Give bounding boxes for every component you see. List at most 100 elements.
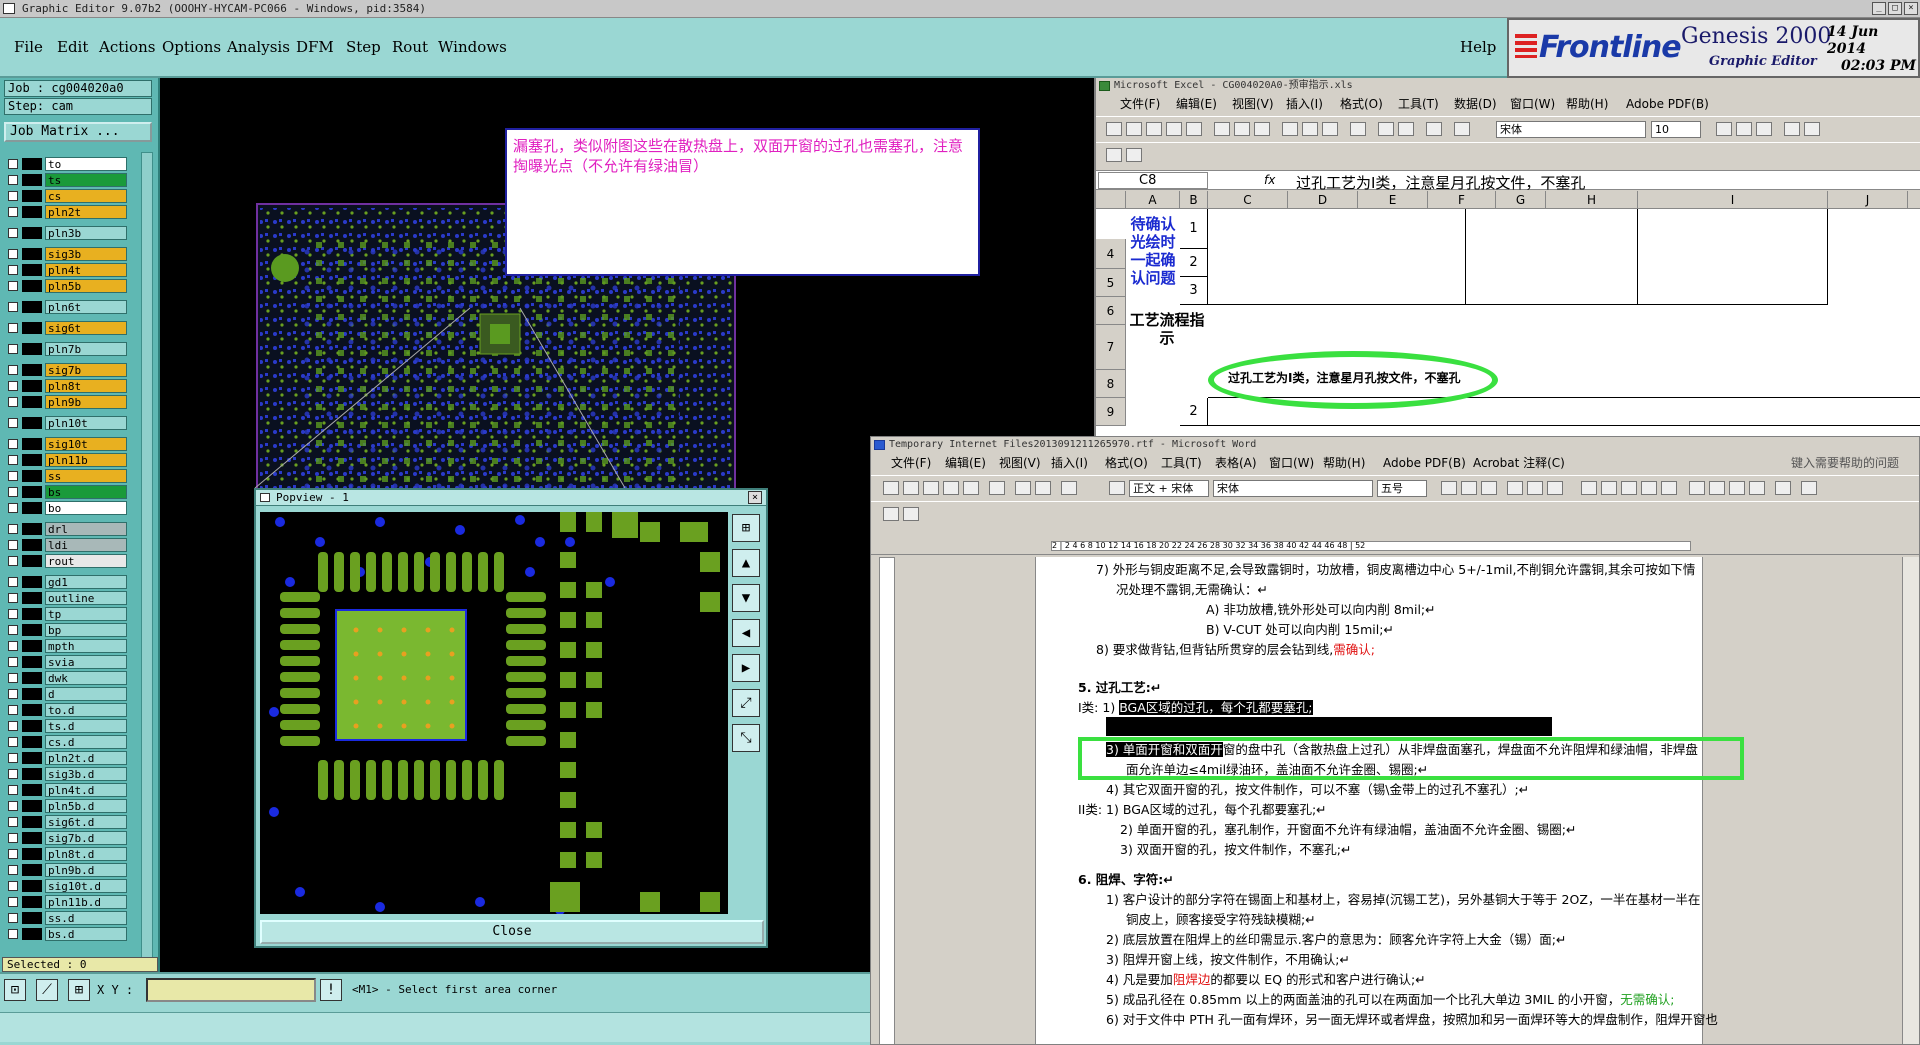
print-icon[interactable]	[1214, 122, 1230, 136]
row-header-4[interactable]: 4	[1096, 239, 1126, 269]
layer-row[interactable]: bp	[4, 622, 127, 638]
row-header-6[interactable]: 6	[1096, 297, 1126, 325]
layer-checkbox[interactable]	[8, 897, 18, 907]
col-header-i[interactable]: I	[1638, 191, 1828, 209]
layer-name[interactable]: pln3b	[45, 226, 127, 240]
layer-row[interactable]: tp	[4, 606, 127, 622]
layer-name[interactable]: ss	[45, 469, 127, 483]
menu-analysis[interactable]: Analysis	[227, 38, 290, 56]
job-matrix-button[interactable]: Job Matrix ...	[4, 122, 152, 142]
layer-row[interactable]: pln2t.d	[4, 750, 127, 766]
excel-font-select[interactable]: 宋体	[1496, 121, 1646, 138]
layer-name[interactable]: cs	[45, 189, 127, 203]
underline-icon[interactable]	[1756, 122, 1772, 136]
excel-menu-data[interactable]: 数据(D)	[1454, 95, 1497, 114]
horizontal-ruler[interactable]: 2 | 2 4 6 8 10 12 14 16 18 20 22 24 26 2…	[871, 537, 1919, 555]
pdf-email-icon[interactable]	[1126, 148, 1142, 162]
cell-c4-merged[interactable]	[1208, 209, 1466, 305]
layer-checkbox[interactable]	[8, 625, 18, 635]
layer-row[interactable]: dwk	[4, 670, 127, 686]
email-icon[interactable]	[963, 481, 979, 495]
layer-row[interactable]: pln8t.d	[4, 846, 127, 862]
italic-icon[interactable]	[1461, 481, 1477, 495]
layer-row[interactable]: sig3b	[4, 246, 127, 262]
bold-icon[interactable]	[1441, 481, 1457, 495]
menu-actions[interactable]: Actions	[99, 38, 155, 56]
layer-row[interactable]: sig3b.d	[4, 766, 127, 782]
select-tool-icon[interactable]: ⊡	[4, 979, 26, 1001]
layer-row[interactable]: bs	[4, 484, 127, 500]
word-font-select[interactable]: 宋体	[1213, 480, 1373, 497]
layer-name[interactable]: sig7b	[45, 363, 127, 377]
layer-name[interactable]: sig7b.d	[45, 831, 127, 845]
layer-name[interactable]: ts.d	[45, 719, 127, 733]
italic-icon[interactable]	[1736, 122, 1752, 136]
layer-row[interactable]: bo	[4, 500, 127, 516]
col-header-h[interactable]: H	[1546, 191, 1638, 209]
pan-down-icon[interactable]: ▼	[732, 584, 760, 612]
fx-icon[interactable]: fx	[1264, 173, 1275, 187]
layer-name[interactable]: sig6t	[45, 321, 127, 335]
layer-checkbox[interactable]	[8, 881, 18, 891]
layer-name[interactable]: pln4t	[45, 263, 127, 277]
col-header-f[interactable]: F	[1428, 191, 1496, 209]
layer-checkbox[interactable]	[8, 381, 18, 391]
decrease-indent-icon[interactable]	[1729, 481, 1745, 495]
layer-checkbox[interactable]	[8, 865, 18, 875]
pdf-email-icon[interactable]	[903, 507, 919, 521]
undo-icon[interactable]	[1350, 122, 1366, 136]
layer-row[interactable]: ts.d	[4, 718, 127, 734]
excel-menu-adobe-pdf[interactable]: Adobe PDF(B)	[1626, 95, 1709, 114]
align-right-icon[interactable]	[1621, 481, 1637, 495]
layer-checkbox[interactable]	[8, 249, 18, 259]
layer-checkbox[interactable]	[8, 191, 18, 201]
styles-icon[interactable]	[1109, 481, 1125, 495]
word-menu-tools[interactable]: 工具(T)	[1161, 454, 1202, 473]
layer-row[interactable]: ts	[4, 172, 127, 188]
layer-checkbox[interactable]	[8, 503, 18, 513]
layer-checkbox[interactable]	[8, 673, 18, 683]
layer-row[interactable]: pln4t	[4, 262, 127, 278]
layer-checkbox[interactable]	[8, 577, 18, 587]
layer-checkbox[interactable]	[8, 365, 18, 375]
layer-name[interactable]: gd1	[45, 575, 127, 589]
layer-row[interactable]: svia	[4, 654, 127, 670]
cell-b4[interactable]: 1	[1180, 209, 1208, 249]
layer-checkbox[interactable]	[8, 641, 18, 651]
layer-checkbox[interactable]	[8, 524, 18, 534]
word-menu-file[interactable]: 文件(F)	[891, 454, 931, 473]
new-icon[interactable]	[1106, 122, 1122, 136]
pan-right-icon[interactable]: ▶	[732, 654, 760, 682]
xy-coordinate-input[interactable]	[146, 978, 316, 1002]
layer-name[interactable]: sig3b	[45, 247, 127, 261]
col-header-j[interactable]: J	[1828, 191, 1908, 209]
layer-row[interactable]: rout	[4, 553, 127, 569]
cell-b9[interactable]: 2	[1180, 398, 1208, 426]
word-title-bar[interactable]: Temporary Internet Files2013091211265970…	[871, 437, 1919, 453]
font-color-icon[interactable]	[1801, 481, 1817, 495]
autosum-icon[interactable]	[1398, 122, 1414, 136]
save-icon[interactable]	[1146, 122, 1162, 136]
layer-row[interactable]: pln5b	[4, 278, 127, 294]
print-preview-icon[interactable]	[1234, 122, 1250, 136]
popview-canvas[interactable]	[260, 512, 728, 914]
layer-name[interactable]: mpth	[45, 639, 127, 653]
layer-row[interactable]: pln3b	[4, 225, 127, 241]
popview-title-bar[interactable]: Popview - 1 ×	[256, 490, 766, 506]
vertical-ruler[interactable]	[879, 557, 895, 1044]
cell-i4-merged[interactable]	[1638, 209, 1828, 305]
col-header-k[interactable]: K	[1908, 191, 1920, 209]
zoom-in-icon[interactable]: ⤢	[732, 689, 760, 717]
chart-wizard-icon[interactable]	[1454, 122, 1470, 136]
print-icon[interactable]	[989, 481, 1005, 495]
layer-name[interactable]: sig3b.d	[45, 767, 127, 781]
layer-checkbox[interactable]	[8, 281, 18, 291]
character-scale-icon[interactable]	[1547, 481, 1563, 495]
layer-name[interactable]: bp	[45, 623, 127, 637]
layer-checkbox[interactable]	[8, 721, 18, 731]
open-icon[interactable]	[1126, 122, 1142, 136]
layer-row[interactable]: pln9b	[4, 394, 127, 410]
excel-menu-insert[interactable]: 插入(I)	[1286, 95, 1323, 114]
bold-icon[interactable]	[1716, 122, 1732, 136]
layer-checkbox[interactable]	[8, 833, 18, 843]
